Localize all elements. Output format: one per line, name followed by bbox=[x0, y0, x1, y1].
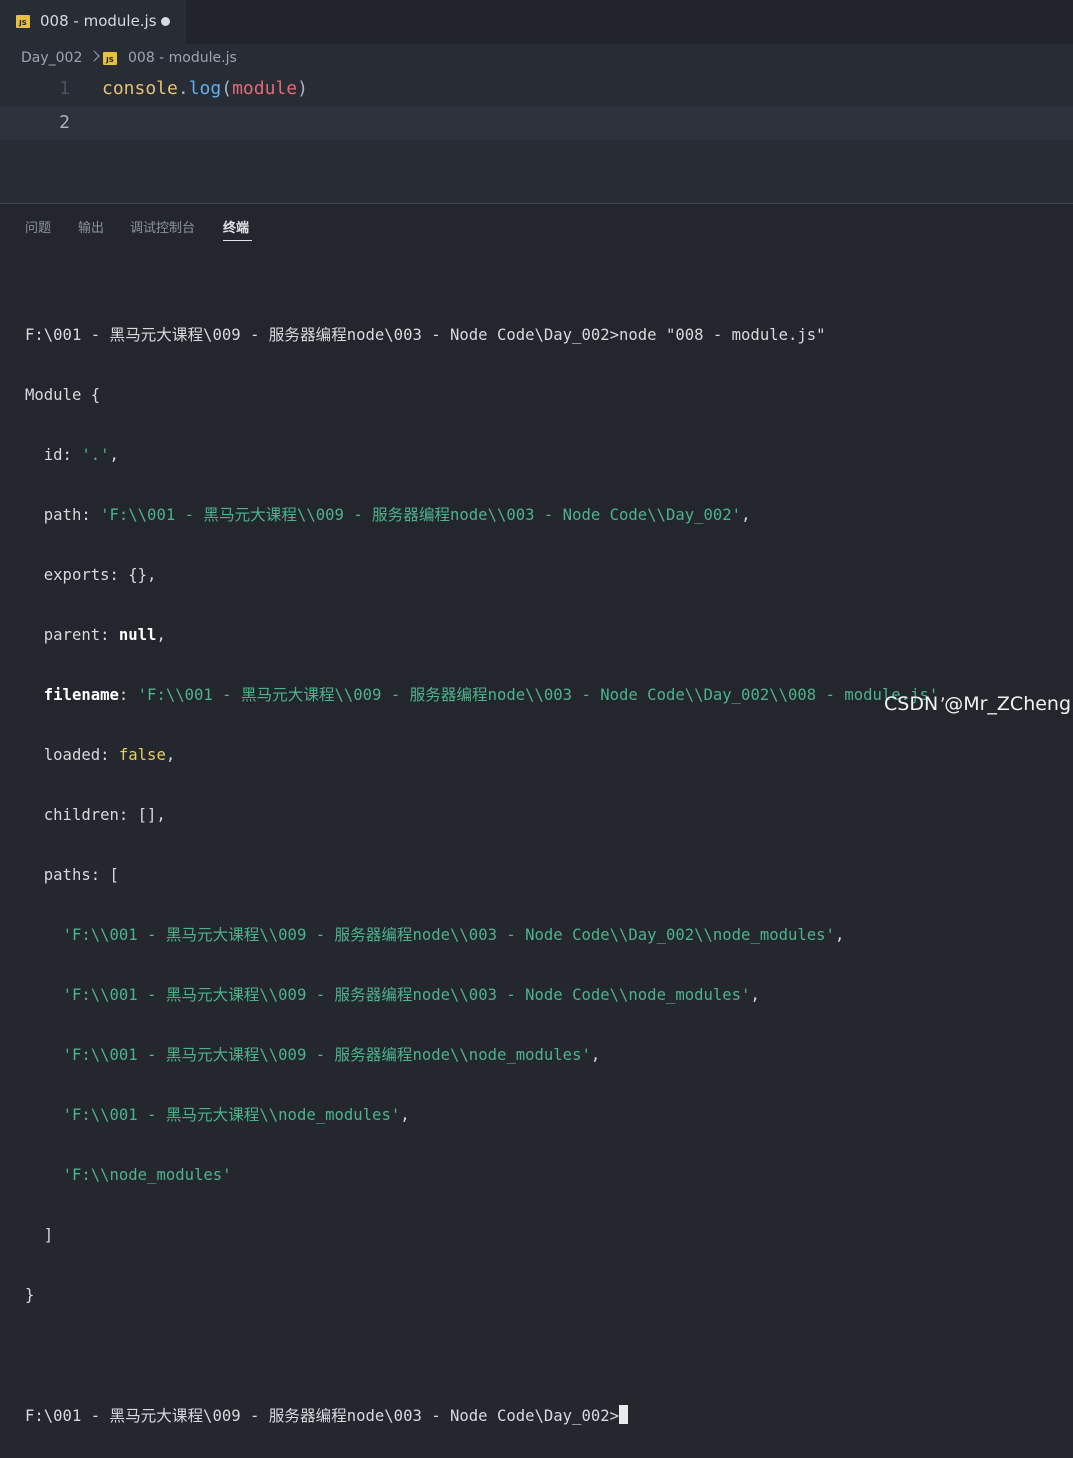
terminal-line: parent: null, bbox=[25, 625, 948, 645]
terminal-line: path: 'F:\\001 - 黑马元大课程\\009 - 服务器编程node… bbox=[25, 505, 948, 525]
terminal-line: 'F:\\node_modules' bbox=[25, 1165, 948, 1185]
token-object: console bbox=[102, 78, 178, 99]
unsaved-dot-icon[interactable] bbox=[161, 17, 170, 26]
breadcrumb-file[interactable]: 008 - module.js bbox=[128, 50, 237, 66]
string-value: '.' bbox=[81, 446, 110, 464]
terminal-output[interactable]: F:\001 - 黑马元大课程\009 - 服务器编程node\003 - No… bbox=[25, 285, 948, 1458]
terminal-line: 'F:\\001 - 黑马元大课程\\009 - 服务器编程node\\003 … bbox=[62, 926, 845, 944]
terminal-prompt-line: F:\001 - 黑马元大课程\009 - 服务器编程node\003 - No… bbox=[25, 1405, 948, 1425]
string-value: 'F:\\001 - 黑马元大课程\\node_modules' bbox=[62, 1106, 401, 1124]
tab-label: 008 - module.js bbox=[40, 12, 157, 30]
string-value: 'F:\\001 - 黑马元大课程\\009 - 服务器编程node\\node… bbox=[62, 1046, 591, 1064]
string-value: 'F:\\001 - 黑马元大课程\\009 - 服务器编程node\\003 … bbox=[62, 986, 751, 1004]
terminal-line: 'F:\\001 - 黑马元大课程\\009 - 服务器编程node\\node… bbox=[62, 1046, 601, 1064]
punctuation: , bbox=[109, 446, 119, 464]
js-file-icon: JS bbox=[103, 52, 117, 65]
terminal-line: 'F:\\001 - 黑马元大课程\\node_modules', bbox=[62, 1106, 410, 1124]
terminal-line: id: '.', bbox=[25, 445, 948, 465]
terminal-line: ] bbox=[25, 1226, 54, 1244]
terminal-line: Module { bbox=[25, 386, 101, 404]
key-parent: parent: bbox=[25, 626, 119, 644]
terminal-line: paths: [ bbox=[25, 866, 119, 884]
string-value: 'F:\\001 - 黑马元大课程\\009 - 服务器编程node\\003 … bbox=[137, 686, 939, 704]
key-path: path: bbox=[25, 506, 101, 524]
punctuation: , bbox=[165, 746, 176, 764]
boolean-value: false bbox=[118, 746, 166, 764]
token-paren-open: ( bbox=[221, 78, 233, 99]
token-paren-close: ) bbox=[297, 78, 308, 99]
token-dot: . bbox=[177, 78, 189, 99]
tab-terminal[interactable]: 终端 bbox=[223, 217, 249, 236]
editor[interactable]: Day_002 JS 008 - module.js 1 console.log… bbox=[0, 44, 1073, 203]
tab-bar: JS 008 - module.js bbox=[0, 0, 1073, 44]
line-number: 2 bbox=[59, 112, 70, 133]
null-value: null bbox=[118, 626, 157, 644]
punctuation: , bbox=[156, 626, 166, 644]
code-line-1[interactable]: 1 console.log(module) bbox=[0, 72, 1073, 106]
tab-debug-console[interactable]: 调试控制台 bbox=[130, 217, 195, 236]
code-line-2[interactable]: 2 bbox=[0, 106, 1073, 140]
active-tab-indicator bbox=[223, 240, 252, 241]
key-filename: filename bbox=[25, 686, 119, 704]
string-value: 'F:\\node_modules' bbox=[62, 1166, 232, 1184]
string-value: 'F:\\001 - 黑马元大课程\\009 - 服务器编程node\\003 … bbox=[62, 926, 835, 944]
bottom-panel: 问题 输出 调试控制台 终端 F:\001 - 黑马元大课程\009 - 服务器… bbox=[0, 203, 1073, 1425]
terminal-cursor bbox=[619, 1405, 629, 1424]
js-file-icon: JS bbox=[16, 15, 30, 28]
punctuation: , bbox=[741, 506, 751, 524]
terminal-line: children: [], bbox=[25, 806, 166, 824]
watermark: CSDN @Mr_ZCheng bbox=[884, 693, 1072, 715]
editor-tab[interactable]: JS 008 - module.js bbox=[0, 0, 186, 44]
terminal-line: } bbox=[25, 1286, 35, 1304]
token-argument: module bbox=[232, 78, 298, 99]
terminal-line: filename: 'F:\\001 - 黑马元大课程\\009 - 服务器编程… bbox=[25, 685, 948, 705]
tab-problems[interactable]: 问题 bbox=[25, 217, 51, 236]
terminal-line: loaded: false, bbox=[25, 745, 948, 765]
terminal-prompt: F:\001 - 黑马元大课程\009 - 服务器编程node\003 - No… bbox=[25, 1407, 620, 1425]
tab-output[interactable]: 输出 bbox=[78, 217, 104, 236]
key-id: id: bbox=[25, 446, 82, 464]
key-loaded: loaded: bbox=[25, 746, 119, 764]
code-text: console.log(module) bbox=[102, 72, 308, 106]
terminal-command-line: F:\001 - 黑马元大课程\009 - 服务器编程node\003 - No… bbox=[25, 326, 826, 344]
chevron-right-icon bbox=[88, 50, 100, 62]
line-number: 1 bbox=[59, 78, 70, 99]
string-value: 'F:\\001 - 黑马元大课程\\009 - 服务器编程node\\003 … bbox=[100, 506, 742, 524]
token-function: log bbox=[188, 78, 222, 99]
punctuation: : bbox=[118, 686, 138, 704]
terminal-line: 'F:\\001 - 黑马元大课程\\009 - 服务器编程node\\003 … bbox=[62, 986, 760, 1004]
terminal-line: exports: {}, bbox=[25, 566, 157, 584]
breadcrumb-folder[interactable]: Day_002 bbox=[21, 50, 82, 66]
